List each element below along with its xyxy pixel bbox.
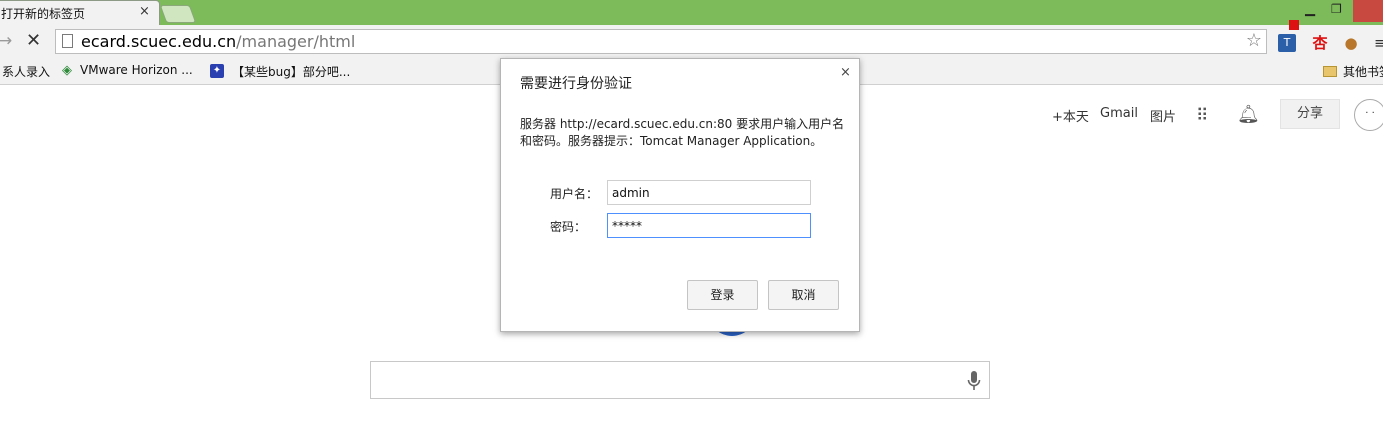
dialog-close-icon[interactable]: × xyxy=(840,65,851,80)
baidu-icon: ✦ xyxy=(210,64,224,78)
new-tab-button[interactable] xyxy=(159,5,197,23)
search-input[interactable] xyxy=(370,361,990,399)
chrome-menu-icon[interactable]: ≡ xyxy=(1374,34,1383,52)
username-field[interactable] xyxy=(607,180,811,205)
tab-close-icon[interactable]: × xyxy=(139,4,150,19)
share-button[interactable]: 分享 xyxy=(1280,99,1340,129)
maximize-icon[interactable]: ❐ xyxy=(1331,2,1342,16)
dialog-message: 服务器 http://ecard.scuec.edu.cn:80 要求用户输入用… xyxy=(520,117,845,148)
tab-title: 打开新的标签页 xyxy=(1,7,86,21)
url-path: /manager/html xyxy=(236,32,356,51)
browser-toolbar: → ✕ ecard.scuec.edu.cn/manager/html ☆ T … xyxy=(0,25,1383,61)
address-bar[interactable]: ecard.scuec.edu.cn/manager/html ☆ xyxy=(55,29,1267,54)
extension-badge xyxy=(1289,20,1299,30)
xing-extension-icon[interactable]: 杏 xyxy=(1311,34,1329,52)
bookmark-item-contacts[interactable]: 系人录入 xyxy=(2,63,50,80)
password-field[interactable] xyxy=(607,213,811,238)
bookmark-item-vmware[interactable]: VMware Horizon ... xyxy=(80,63,193,77)
url-text: ecard.scuec.edu.cn/manager/html xyxy=(81,32,355,51)
stop-icon[interactable]: ✕ xyxy=(26,30,41,51)
notifications-bell-icon[interactable]: 🔔︎ xyxy=(1237,104,1260,125)
window-close-button[interactable] xyxy=(1353,0,1383,22)
browser-title-bar: 打开新的标签页 × ▁ ❐ xyxy=(0,0,1383,25)
auth-dialog: 需要进行身份验证 × 服务器 http://ecard.scuec.edu.cn… xyxy=(500,58,860,332)
bookmark-item-bug[interactable]: 【某些bug】部分吧... xyxy=(232,63,350,80)
microphone-icon[interactable] xyxy=(967,370,981,392)
password-label: 密码： xyxy=(550,220,587,234)
url-host: ecard.scuec.edu.cn xyxy=(81,32,237,51)
cancel-button[interactable]: 取消 xyxy=(768,280,839,310)
apps-grid-icon[interactable]: ⠿ xyxy=(1196,106,1209,126)
username-label: 用户名： xyxy=(550,187,599,201)
bookmark-item-other[interactable]: 其他书签 xyxy=(1343,63,1383,80)
login-button[interactable]: 登录 xyxy=(687,280,758,310)
google-plus-link[interactable]: +本天 xyxy=(1052,106,1089,125)
vmware-icon: ◈ xyxy=(62,63,72,78)
tab-new-tab[interactable]: 打开新的标签页 × xyxy=(0,0,160,25)
avatar[interactable]: · · xyxy=(1354,99,1383,131)
translate-extension-icon[interactable]: T xyxy=(1278,34,1296,52)
forward-icon[interactable]: → xyxy=(0,31,12,51)
bookmark-star-icon[interactable]: ☆ xyxy=(1246,30,1262,51)
dialog-title: 需要进行身份验证 xyxy=(520,76,632,92)
cookie-extension-icon[interactable]: ● xyxy=(1342,34,1360,52)
folder-icon xyxy=(1323,66,1337,77)
gmail-link[interactable]: Gmail xyxy=(1100,106,1138,121)
images-link[interactable]: 图片 xyxy=(1150,106,1176,125)
page-icon xyxy=(62,34,73,48)
minimize-icon[interactable]: ▁ xyxy=(1305,2,1315,17)
